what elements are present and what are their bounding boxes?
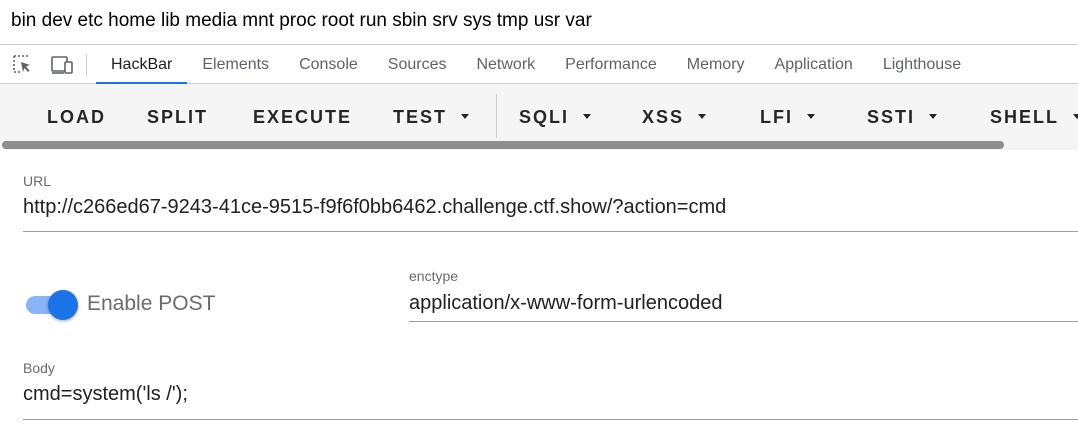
sqli-dropdown-button[interactable]: SQLI	[519, 105, 592, 129]
lfi-button-label: LFI	[760, 107, 793, 127]
page-output-text: bin dev etc home lib media mnt proc root…	[11, 10, 592, 31]
inspect-element-icon[interactable]	[12, 54, 34, 76]
toolbar-scrollbar-thumb[interactable]	[2, 141, 1004, 149]
execute-button[interactable]: EXECUTE	[253, 105, 352, 129]
load-button[interactable]: LOAD	[47, 105, 106, 129]
enctype-label: enctype	[409, 268, 459, 284]
enable-post-toggle-knob[interactable]	[48, 290, 78, 320]
test-dropdown-button[interactable]: TEST	[393, 105, 470, 129]
enable-post-label: Enable POST	[87, 292, 216, 315]
lfi-dropdown-button[interactable]: LFI	[760, 105, 815, 129]
shell-button-label: SHELL	[990, 107, 1060, 127]
tab-memory[interactable]: Memory	[672, 45, 760, 84]
tab-performance[interactable]: Performance	[550, 45, 672, 84]
split-button[interactable]: SPLIT	[147, 105, 208, 129]
tab-application[interactable]: Application	[760, 45, 868, 84]
tab-hackbar[interactable]: HackBar	[96, 45, 188, 84]
chevron-down-icon	[1073, 113, 1078, 119]
chevron-down-icon	[461, 113, 470, 119]
devtools-tab-bar: HackBar Elements Console Sources Network…	[0, 44, 1078, 84]
tab-sources[interactable]: Sources	[373, 45, 462, 84]
sqli-button-label: SQLI	[519, 107, 570, 127]
url-input-underline	[23, 231, 1078, 232]
device-toolbar-icon[interactable]	[50, 54, 73, 76]
url-input[interactable]: http://c266ed67-9243-41ce-9515-f9f6f0bb6…	[23, 196, 726, 219]
chevron-down-icon	[929, 113, 938, 119]
chevron-down-icon	[807, 113, 815, 119]
xss-button-label: XSS	[642, 107, 685, 127]
enctype-select-underline	[409, 321, 1078, 322]
tab-elements[interactable]: Elements	[187, 45, 284, 84]
ssti-button-label: SSTI	[867, 107, 916, 127]
body-label: Body	[23, 360, 55, 376]
body-textarea-underline	[23, 419, 1078, 420]
page: bin dev etc home lib media mnt proc root…	[0, 0, 1078, 427]
chevron-down-icon	[583, 113, 592, 119]
shell-dropdown-button[interactable]: SHELL	[990, 105, 1078, 129]
load-button-label: LOAD	[47, 107, 106, 127]
devtools-tabs: HackBar Elements Console Sources Network…	[96, 45, 976, 84]
url-label: URL	[23, 173, 52, 189]
body-textarea[interactable]: cmd=system('ls /');	[23, 383, 188, 406]
xss-dropdown-button[interactable]: XSS	[642, 105, 707, 129]
toolbar-divider	[86, 54, 87, 76]
split-button-label: SPLIT	[147, 107, 209, 127]
ssti-dropdown-button[interactable]: SSTI	[867, 105, 938, 129]
chevron-down-icon	[698, 113, 707, 119]
tab-lighthouse[interactable]: Lighthouse	[868, 45, 976, 84]
tab-console[interactable]: Console	[284, 45, 373, 84]
tab-network[interactable]: Network	[461, 45, 550, 84]
toolbar-divider	[496, 94, 497, 138]
test-button-label: TEST	[393, 107, 448, 127]
execute-button-label: EXECUTE	[253, 107, 353, 127]
enctype-select[interactable]: application/x-www-form-urlencoded	[409, 292, 722, 315]
